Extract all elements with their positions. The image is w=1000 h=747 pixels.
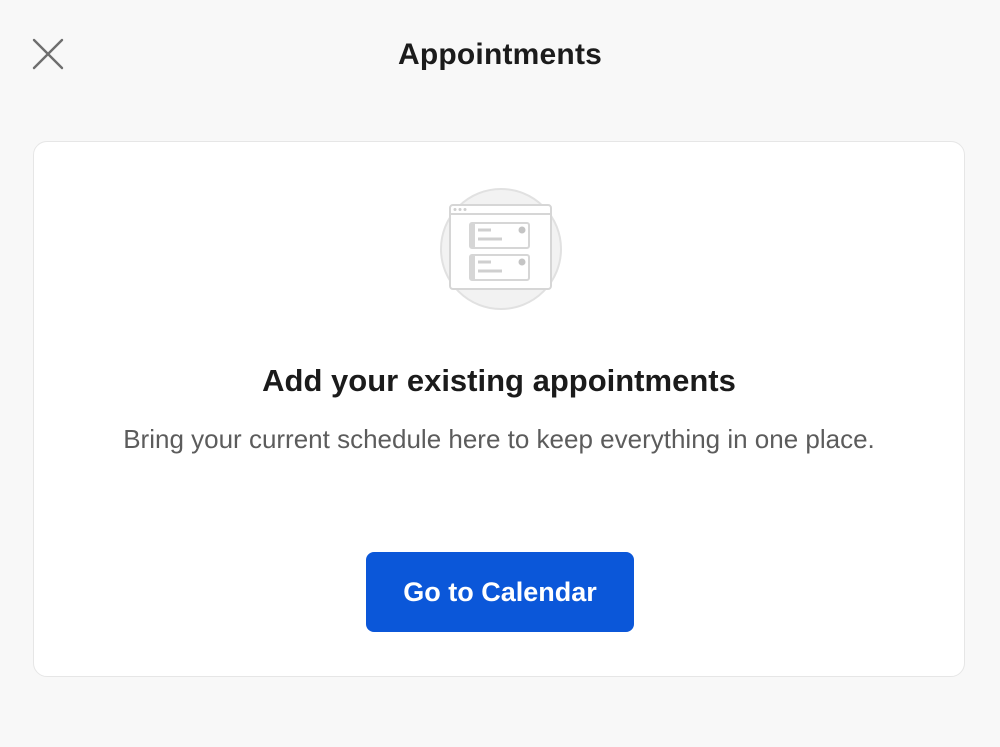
- page-title: Appointments: [397, 38, 603, 71]
- empty-state-title: Add your existing appointments: [262, 363, 736, 398]
- go-to-calendar-button[interactable]: Go to Calendar: [366, 552, 634, 632]
- header: Appointments: [0, 0, 1000, 108]
- empty-state-description: Bring your current schedule here to keep…: [123, 424, 875, 454]
- appointment-list-icon: [440, 188, 562, 310]
- empty-state-card: Add your existing appointments Bring you…: [33, 141, 965, 677]
